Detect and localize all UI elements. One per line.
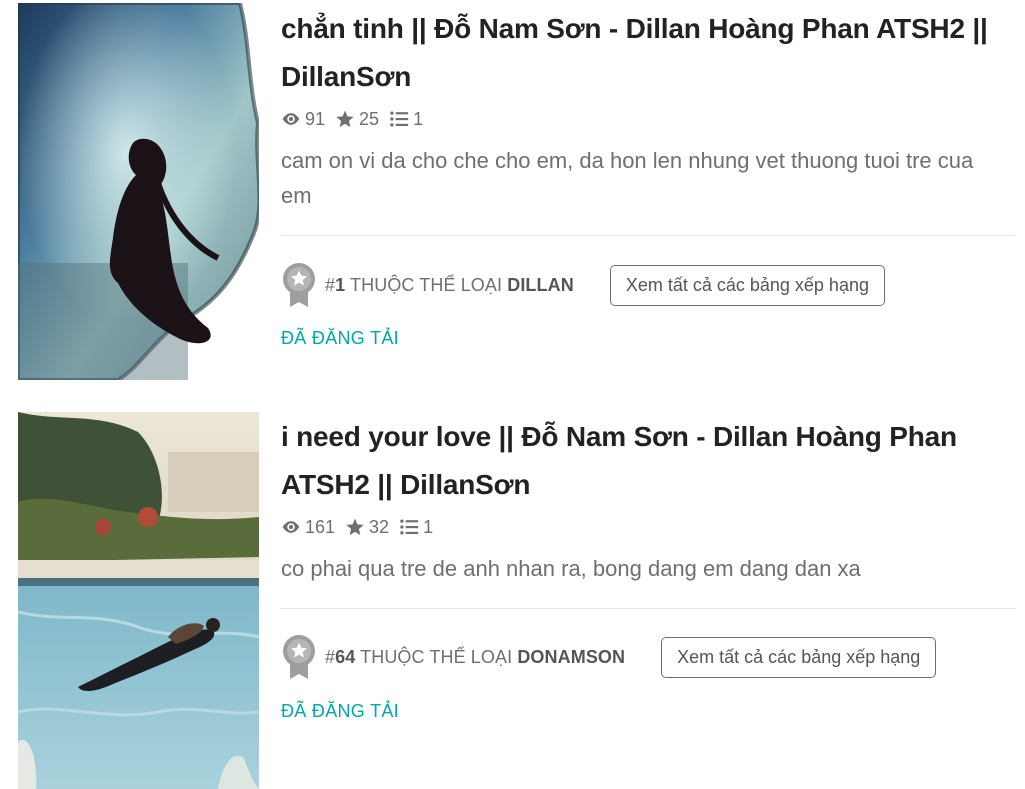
ranking-badge-icon: [281, 634, 317, 680]
parts-count: 1: [423, 516, 434, 537]
story-stats: 161 32 1: [281, 513, 1015, 541]
ranking-text[interactable]: #64 THUỘC THỂ LOẠI DONAMSON: [325, 647, 625, 668]
rank-hash: #: [325, 646, 336, 667]
list-icon: [399, 517, 419, 537]
divider: [281, 608, 1015, 609]
rank-number: 1: [335, 274, 346, 295]
ranking-row: #64 THUỘC THỂ LOẠI DONAMSON Xem tất cả c…: [281, 635, 1015, 679]
story-card: i need your love || Đỗ Nam Sơn - Dillan …: [0, 410, 1025, 789]
eye-icon: [281, 109, 301, 129]
story-title[interactable]: chẳn tinh || Đỗ Nam Sơn - Dillan Hoàng P…: [281, 5, 1015, 101]
parts-stat: 1: [399, 517, 433, 538]
rank-hash: #: [325, 274, 336, 295]
view-all-rankings-button[interactable]: Xem tất cả các bảng xếp hạng: [661, 636, 937, 678]
cover-image-art: [18, 3, 259, 380]
published-status: ĐÃ ĐĂNG TẢI: [281, 701, 399, 721]
list-icon: [389, 109, 409, 129]
reads-count: 161: [305, 516, 336, 537]
published-status: ĐÃ ĐĂNG TẢI: [281, 328, 399, 348]
rank-category: DONAMSON: [517, 646, 626, 667]
story-info: i need your love || Đỗ Nam Sơn - Dillan …: [281, 410, 1015, 721]
story-cover-image[interactable]: [18, 3, 259, 380]
story-description: co phai qua tre de anh nhan ra, bong dan…: [281, 556, 861, 581]
story-title[interactable]: i need your love || Đỗ Nam Sơn - Dillan …: [281, 413, 1015, 509]
reads-count: 91: [305, 108, 326, 129]
story-description: cam on vi da cho che cho em, da hon len …: [281, 148, 974, 208]
votes-stat: 32: [345, 517, 389, 538]
ranking-badge-icon: [281, 262, 317, 308]
cover-image-art: [18, 412, 259, 789]
rank-category: DILLAN: [507, 274, 574, 295]
rank-mid-text: THUỘC THỂ LOẠI: [355, 646, 518, 667]
reads-stat: 91: [281, 109, 325, 130]
divider: [281, 235, 1015, 236]
parts-count: 1: [413, 108, 424, 129]
votes-count: 32: [369, 516, 390, 537]
rank-number: 64: [335, 646, 356, 667]
story-info: chẳn tinh || Đỗ Nam Sơn - Dillan Hoàng P…: [281, 0, 1015, 348]
votes-stat: 25: [335, 109, 379, 130]
ranking-text[interactable]: #1 THUỘC THỂ LOẠI DILLAN: [325, 275, 574, 296]
star-icon: [345, 517, 365, 537]
view-all-rankings-button[interactable]: Xem tất cả các bảng xếp hạng: [609, 264, 885, 306]
parts-stat: 1: [389, 109, 423, 130]
ranking-row: #1 THUỘC THỂ LOẠI DILLAN Xem tất cả các …: [281, 263, 1015, 307]
star-icon: [335, 109, 355, 129]
eye-icon: [281, 517, 301, 537]
story-cover-image[interactable]: [18, 412, 259, 789]
votes-count: 25: [359, 108, 380, 129]
reads-stat: 161: [281, 517, 335, 538]
rank-mid-text: THUỘC THỂ LOẠI: [345, 274, 508, 295]
story-stats: 91 25 1: [281, 105, 1015, 133]
story-card: chẳn tinh || Đỗ Nam Sơn - Dillan Hoàng P…: [0, 0, 1025, 390]
